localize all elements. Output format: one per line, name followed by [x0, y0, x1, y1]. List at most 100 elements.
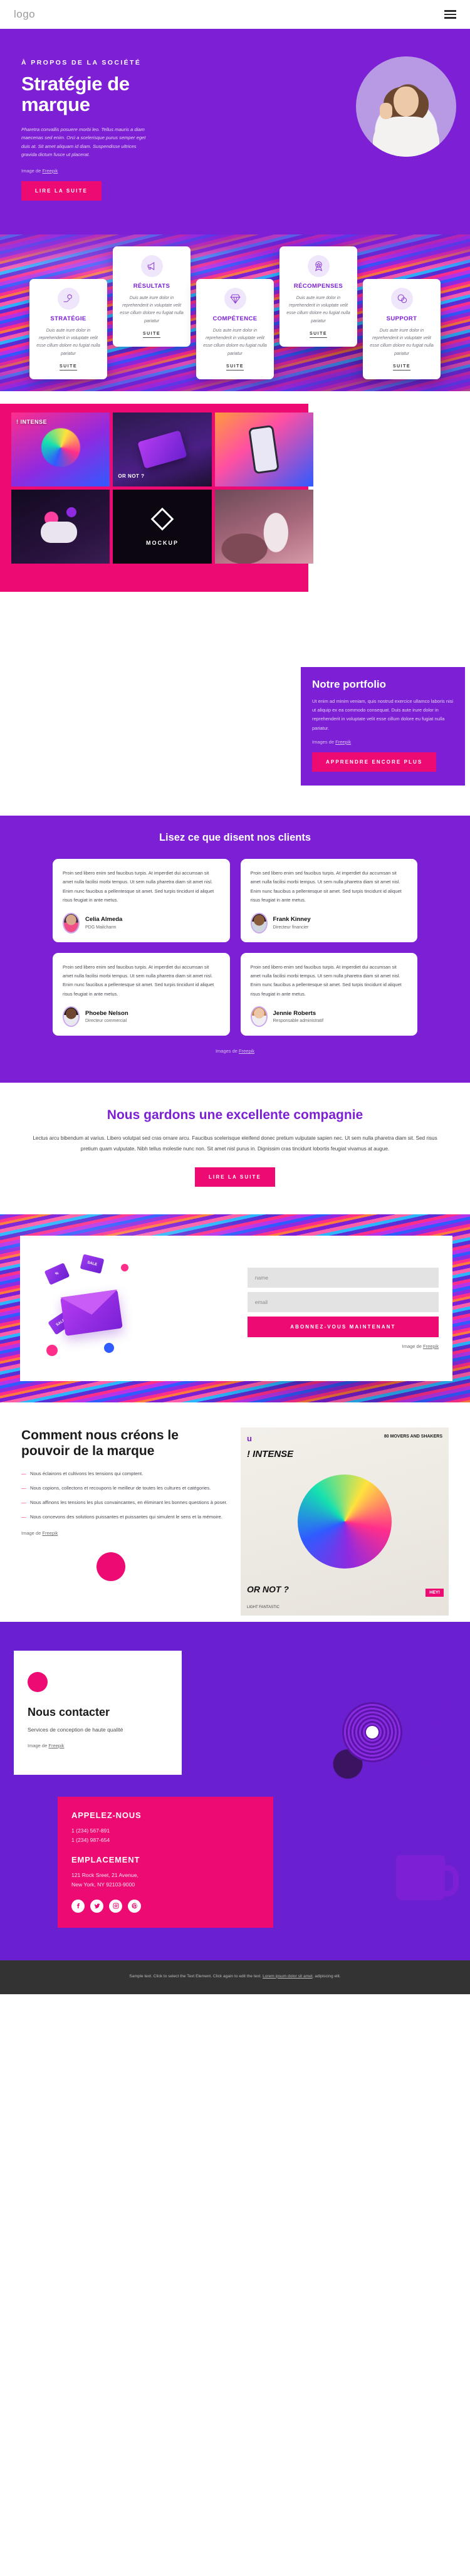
testimonial-card-list: Proin sed libero enim sed faucibus turpi… — [0, 858, 470, 1036]
feature-card[interactable]: RÉCOMPENSES Duis aute irure dolor in rep… — [279, 246, 357, 347]
portfolio-tile[interactable]: OR NOT ? — [113, 412, 212, 486]
feature-more-link[interactable]: SUITE — [226, 364, 244, 371]
portfolio-tile[interactable]: ! INTENSE — [11, 412, 110, 486]
magazine-cover-image: u 80 MOVERS AND SHAKERS ! INTENSE OR NOT… — [241, 1427, 449, 1616]
avatar — [63, 1006, 80, 1028]
testimonial-author: Frank Kinney Directeur financier — [250, 912, 408, 933]
list-item: Nous éclairons et cultivons les tensions… — [21, 1469, 229, 1478]
feature-title: RÉCOMPENSES — [293, 282, 343, 290]
subscribe-form: ABONNEZ-VOUS MAINTENANT Image de Freepik — [247, 1267, 439, 1349]
testimonials-credit-link[interactable]: Freepik — [239, 1048, 254, 1054]
testimonial-card: Proin sed libero enim sed faucibus turpi… — [53, 858, 230, 942]
contact-credit-link[interactable]: Freepik — [48, 1743, 64, 1748]
list-item: Nous affinons les tensions les plus conv… — [21, 1498, 229, 1507]
portfolio-tile[interactable] — [214, 412, 313, 486]
portfolio-info-panel: Notre portfolio Ut enim ad minim veniam,… — [301, 666, 465, 786]
feature-body: Duis aute irure dolor in reprehenderit i… — [286, 295, 350, 323]
testimonial-role: Directeur financier — [273, 925, 309, 930]
call-us-title: APPELEZ-NOUS — [71, 1810, 142, 1820]
phone-number[interactable]: 1 (234) 987-654 — [71, 1836, 259, 1845]
brand-power-text: Comment nous créons le pouvoir de la mar… — [21, 1427, 229, 1616]
subscribe-illustration: % SALE SALE — [34, 1247, 241, 1370]
testimonial-name: Jennie Roberts — [273, 1010, 316, 1017]
feature-title: SUPPORT — [386, 315, 417, 322]
brand-power-credit-prefix: Image de — [21, 1530, 43, 1537]
pink-circle-decoration — [28, 1671, 48, 1692]
landing-page: logo À PROPOS DE LA SOCIÉTÉ Stratégie de… — [0, 0, 470, 1994]
hero-section: À PROPOS DE LA SOCIÉTÉ Stratégie de marq… — [0, 29, 470, 234]
chat-bubbles-icon — [390, 287, 413, 310]
subscribe-credit-link[interactable]: Freepik — [423, 1343, 439, 1349]
feature-title: STRATÉGIE — [50, 315, 86, 322]
magazine-badge: 80 MOVERS AND SHAKERS — [384, 1434, 442, 1439]
testimonial-role: Directeur commercial — [85, 1019, 127, 1024]
feature-card[interactable]: RÉSULTATS Duis aute irure dolor in repre… — [113, 246, 191, 347]
feature-body: Duis aute irure dolor in reprehenderit i… — [120, 295, 184, 323]
instagram-icon[interactable] — [109, 1899, 122, 1913]
hero-cta-button[interactable]: LIRE LA SUITE — [21, 181, 102, 201]
hero-credit: Image de Freepik — [21, 168, 449, 174]
brand-power-image: u 80 MOVERS AND SHAKERS ! INTENSE OR NOT… — [241, 1427, 449, 1616]
portfolio-tile-label: ! INTENSE — [16, 418, 48, 425]
contact-section: Nous contacter Services de conception de… — [0, 1621, 470, 1960]
contact-card: Nous contacter Services de conception de… — [14, 1650, 182, 1775]
hamburger-menu-icon[interactable] — [444, 10, 456, 19]
diamond-icon — [224, 287, 246, 310]
testimonial-author: Jennie Roberts Responsable administratif — [250, 1006, 408, 1028]
email-input[interactable] — [247, 1291, 439, 1312]
subscribe-section: % SALE SALE ABONNEZ-VOUS MAINTENANT Imag… — [0, 1214, 470, 1402]
footer-text-suffix: , adipiscing elit. — [312, 1974, 341, 1979]
sale-tag-label: SALE — [80, 1254, 105, 1275]
testimonial-quote: Proin sed libero enim sed faucibus turpi… — [63, 870, 214, 903]
feature-card[interactable]: COMPÉTENCE Duis aute irure dolor in repr… — [196, 278, 274, 379]
hero-title: Stratégie de marque — [21, 73, 130, 115]
magazine-blob-graphic — [298, 1474, 392, 1569]
twitter-icon[interactable] — [90, 1899, 103, 1913]
footer-link[interactable]: Lorem ipsum dolor sit amet — [263, 1974, 313, 1979]
brand-power-credit-link[interactable]: Freepik — [42, 1530, 58, 1536]
hero-credit-link[interactable]: Freepik — [42, 168, 58, 174]
name-input[interactable] — [247, 1267, 439, 1288]
testimonials-section: Lisez ce que disent nos clients Proin se… — [0, 815, 470, 1083]
pinterest-icon[interactable] — [128, 1899, 141, 1913]
portfolio-credit-link[interactable]: Freepik — [335, 739, 351, 745]
pink-circle-decoration — [97, 1552, 125, 1582]
portfolio-credit: Images de Freepik — [312, 739, 454, 745]
portfolio-cta-button[interactable]: APPRENDRE ENCORE PLUS — [312, 752, 437, 772]
feature-more-link[interactable]: SUITE — [309, 332, 328, 338]
excellent-cta-button[interactable]: LIRE LA SUITE — [195, 1167, 275, 1187]
site-footer: Sample text. Click to select the Text El… — [0, 1960, 470, 1994]
logo[interactable]: logo — [14, 8, 35, 21]
portfolio-tile[interactable] — [214, 489, 313, 564]
portfolio-tile[interactable]: MOCKUP — [113, 489, 212, 564]
excellent-body: Lectus arcu bibendum at varius. Libero v… — [33, 1135, 437, 1152]
feature-card[interactable]: SUPPORT Duis aute irure dolor in reprehe… — [363, 278, 441, 379]
testimonial-card: Proin sed libero enim sed faucibus turpi… — [53, 952, 230, 1036]
address-line: New York, NY 92103-9000 — [71, 1881, 135, 1888]
brand-power-credit: Image de Freepik — [21, 1530, 229, 1536]
hero-portrait-image — [356, 56, 456, 157]
testimonial-quote: Proin sed libero enim sed faucibus turpi… — [250, 870, 402, 903]
sale-tag-label: % — [44, 1263, 70, 1285]
feature-more-link[interactable]: SUITE — [392, 364, 411, 371]
portfolio-title: Notre portfolio — [312, 678, 387, 690]
feature-more-link[interactable]: SUITE — [59, 364, 78, 371]
subscribe-button[interactable]: ABONNEZ-VOUS MAINTENANT — [247, 1316, 439, 1337]
contact-subtitle: Services de conception de haute qualité — [28, 1726, 123, 1733]
portfolio-body: Ut enim ad minim veniam, quis nostrud ex… — [312, 698, 454, 731]
subscribe-card: % SALE SALE ABONNEZ-VOUS MAINTENANT Imag… — [20, 1235, 452, 1381]
facebook-icon[interactable] — [71, 1899, 85, 1913]
brand-power-section: Comment nous créons le pouvoir de la mar… — [0, 1402, 470, 1622]
site-header: logo — [0, 0, 470, 29]
portfolio-tile[interactable] — [11, 489, 110, 564]
feature-card[interactable]: STRATÉGIE Duis aute irure dolor in repre… — [29, 278, 107, 379]
portfolio-image-grid: ! INTENSE OR NOT ? MOCKUP — [11, 412, 313, 564]
testimonial-card: Proin sed libero enim sed faucibus turpi… — [240, 952, 417, 1036]
megaphone-icon — [140, 255, 163, 277]
hand-lightbulb-icon — [57, 287, 80, 310]
address-line: 121 Rock Sreet, 21 Avenue, — [71, 1871, 138, 1878]
magazine-footer-text: LIGHT FANTASTIC — [247, 1605, 279, 1609]
phone-number[interactable]: 1 (234) 567-891 — [71, 1826, 259, 1836]
feature-more-link[interactable]: SUITE — [142, 332, 161, 338]
brand-power-title: Comment nous créons le pouvoir de la mar… — [21, 1427, 179, 1459]
